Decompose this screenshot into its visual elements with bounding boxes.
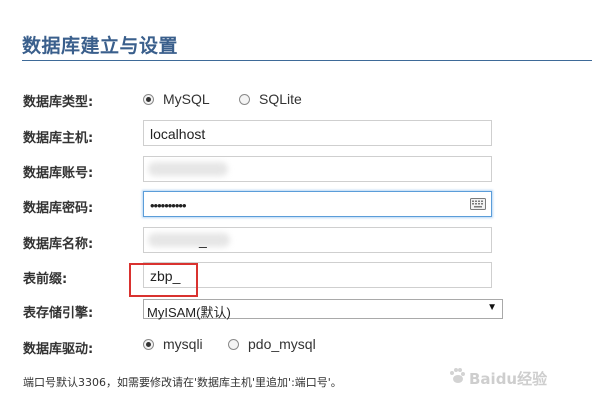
db-name-label: 数据库名称: [23,237,94,252]
db-name-input[interactable]: _ [143,227,492,253]
radio-mysqli-label: mysqli [163,336,203,352]
watermark: Baidu经验 [448,367,547,389]
db-host-label: 数据库主机: [23,131,94,146]
radio-unselected-icon [239,93,250,105]
watermark-text: Baidu经验 [469,369,548,388]
storage-engine-value: MyISAM(默认) [147,305,231,320]
page-title: 数据库建立与设置 [22,35,179,57]
db-type-label: 数据库类型: [23,95,94,110]
radio-mysql-label: MySQL [163,91,210,107]
db-password-value: •••••••••• [150,198,187,213]
highlight-box [129,263,198,297]
db-password-label: 数据库密码: [23,201,94,216]
radio-selected-icon [143,338,154,350]
keyboard-icon[interactable] [470,197,486,213]
redacted-value [148,233,230,247]
storage-engine-select[interactable]: MyISAM(默认) ▼ [143,299,503,320]
redacted-value [148,162,228,176]
radio-selected-icon [143,93,154,105]
radio-pdo-mysql[interactable]: pdo_mysql [228,336,316,352]
storage-engine-label: 表存储引擎: [23,306,94,321]
radio-sqlite[interactable]: SQLite [239,91,302,107]
dropdown-arrow-icon: ▼ [487,302,497,313]
radio-sqlite-label: SQLite [259,91,302,107]
radio-mysql[interactable]: MySQL [143,91,210,107]
db-name-value: _ [199,232,207,248]
db-host-input[interactable]: localhost [143,120,492,146]
port-note: 端口号默认3306，如需要修改请在'数据库主机'里追加':端口号'。 [23,376,342,389]
radio-unselected-icon [228,338,239,350]
db-user-input[interactable] [143,156,492,182]
paw-icon [448,367,466,389]
table-prefix-label: 表前缀: [23,272,68,287]
title-divider [22,60,592,61]
radio-pdo-mysql-label: pdo_mysql [248,336,316,352]
db-user-label: 数据库账号: [23,166,94,181]
db-password-input[interactable]: •••••••••• [143,191,492,217]
radio-mysqli[interactable]: mysqli [143,336,203,352]
db-driver-label: 数据库驱动: [23,342,94,357]
